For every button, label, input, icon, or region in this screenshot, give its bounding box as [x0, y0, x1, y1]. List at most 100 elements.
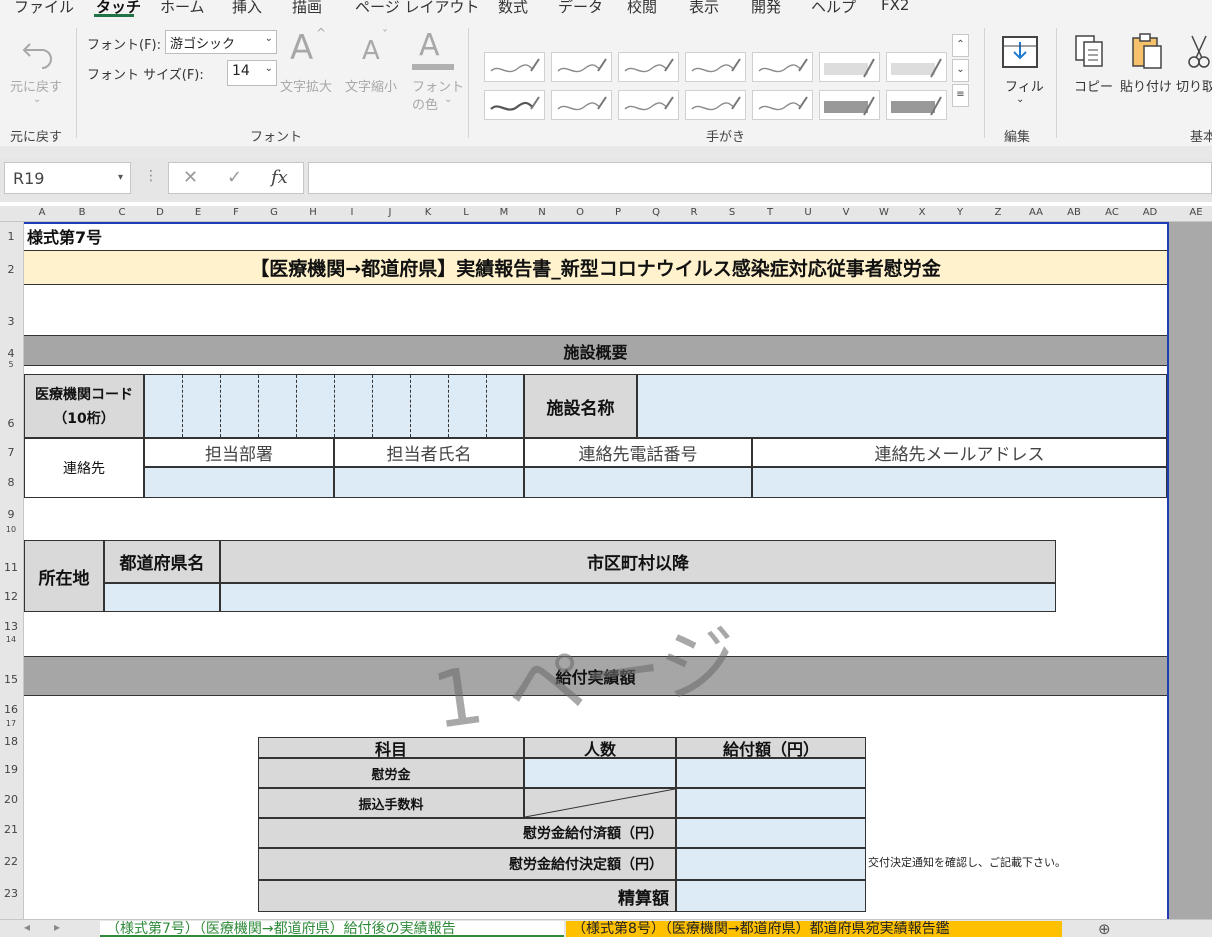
pen-item[interactable]	[484, 52, 545, 82]
enter-icon[interactable]: ✓	[227, 167, 242, 188]
row-header-15[interactable]: 15	[0, 673, 22, 686]
table-header-amount[interactable]: 給付額（円）	[676, 737, 866, 758]
font-color-icon[interactable]: A	[419, 28, 440, 63]
prefecture-input[interactable]	[104, 583, 220, 612]
row-header-20[interactable]: 20	[0, 793, 22, 806]
pen-item[interactable]	[685, 52, 746, 82]
sheet-tab-form7[interactable]: （様式第7号）（医療機関→都道府県）給付後の実績報告	[100, 921, 564, 937]
sheet-tab-form8[interactable]: （様式第8号）（医療機関→都道府県）都道府県宛実績報告鑑	[566, 921, 1062, 937]
pen-item[interactable]	[886, 90, 947, 120]
email-label[interactable]: 連絡先メールアドレス	[752, 438, 1167, 467]
font-select[interactable]: 游ゴシック ⌄	[165, 30, 277, 54]
column-header-ae[interactable]: AE	[1186, 207, 1206, 218]
row-header-14[interactable]: 14	[0, 635, 22, 644]
pen-item[interactable]	[886, 52, 947, 82]
row-header-11[interactable]: 11	[0, 561, 22, 574]
phone-input[interactable]	[524, 467, 752, 498]
row-header-21[interactable]: 21	[0, 823, 22, 836]
decided-amount-input[interactable]	[676, 848, 866, 880]
contact-label[interactable]: 連絡先	[24, 438, 144, 498]
grow-font-icon[interactable]: A	[290, 28, 313, 68]
column-header-c[interactable]: C	[112, 207, 132, 218]
row-header-17[interactable]: 17	[0, 719, 22, 728]
column-header-o[interactable]: O	[570, 207, 590, 218]
city-label[interactable]: 市区町村以降	[220, 540, 1056, 583]
tab-review[interactable]: 校閲	[627, 0, 657, 17]
column-header-x[interactable]: X	[912, 207, 932, 218]
fill-icon[interactable]	[1002, 36, 1038, 68]
column-header-t[interactable]: T	[760, 207, 780, 218]
column-header-q[interactable]: Q	[646, 207, 666, 218]
pen-item[interactable]	[819, 90, 880, 120]
tab-file[interactable]: ファイル	[14, 0, 74, 17]
row-header-7[interactable]: 7	[0, 446, 22, 459]
department-label[interactable]: 担当部署	[144, 438, 334, 467]
row-settle-label[interactable]: 精算額	[258, 880, 676, 912]
row-header-2[interactable]: 2	[0, 263, 22, 276]
fee-amount-input[interactable]	[676, 788, 866, 818]
column-header-a[interactable]: A	[32, 207, 52, 218]
fill-label[interactable]: フィル	[1005, 76, 1044, 95]
tab-developer[interactable]: 開発	[751, 0, 781, 17]
column-header-ab[interactable]: AB	[1064, 207, 1084, 218]
tab-scroll-right-icon[interactable]: ▸	[54, 920, 60, 934]
row-header-4[interactable]: 4	[0, 347, 22, 360]
row-header-19[interactable]: 19	[0, 763, 22, 776]
row-header-8[interactable]: 8	[0, 476, 22, 489]
row-fee-label[interactable]: 振込手数料	[258, 788, 524, 818]
tab-formulas[interactable]: 数式	[498, 0, 528, 17]
table-header-count[interactable]: 人数	[524, 737, 676, 758]
row-header-22[interactable]: 22	[0, 855, 22, 868]
tab-scroll-left-icon[interactable]: ◂	[24, 920, 30, 934]
column-header-b[interactable]: B	[72, 207, 92, 218]
gallery-down-icon[interactable]: ⌄	[952, 59, 969, 82]
undo-dropdown-icon[interactable]: ⌄	[33, 94, 41, 105]
column-header-y[interactable]: Y	[950, 207, 970, 218]
tab-home[interactable]: ホーム	[160, 0, 205, 17]
email-input[interactable]	[752, 467, 1167, 498]
column-header-i[interactable]: I	[342, 207, 362, 218]
copy-label[interactable]: コピー	[1074, 76, 1113, 95]
tab-fx2[interactable]: FX2	[881, 0, 909, 14]
tab-help[interactable]: ヘルプ	[811, 0, 856, 17]
row-header-16[interactable]: 16	[0, 703, 22, 716]
column-header-f[interactable]: F	[226, 207, 246, 218]
row-header-3[interactable]: 3	[0, 315, 22, 328]
scissors-icon[interactable]	[1186, 34, 1212, 70]
column-header-p[interactable]: P	[608, 207, 628, 218]
column-header-e[interactable]: E	[188, 207, 208, 218]
ilokin-amount-input[interactable]	[676, 758, 866, 788]
pen-item[interactable]	[618, 90, 679, 120]
gallery-more-icon[interactable]: ≡	[952, 84, 969, 107]
paste-label[interactable]: 貼り付け	[1120, 76, 1172, 95]
column-header-aa[interactable]: AA	[1026, 207, 1046, 218]
cut-label[interactable]: 切り取	[1176, 76, 1212, 95]
column-header-m[interactable]: M	[494, 207, 514, 218]
column-header-h[interactable]: H	[303, 207, 323, 218]
paste-icon[interactable]	[1130, 32, 1164, 70]
row-header-9[interactable]: 9	[0, 508, 22, 521]
person-label[interactable]: 担当者氏名	[334, 438, 524, 467]
pen-item[interactable]	[685, 90, 746, 120]
city-input[interactable]	[220, 583, 1056, 612]
column-header-k[interactable]: K	[418, 207, 438, 218]
name-box[interactable]: R19 ▾	[4, 162, 131, 194]
tab-data[interactable]: データ	[558, 0, 603, 17]
settle-amount-input[interactable]	[676, 880, 866, 912]
column-header-v[interactable]: V	[836, 207, 856, 218]
ilokin-count-input[interactable]	[524, 758, 676, 788]
column-header-ad[interactable]: AD	[1140, 207, 1160, 218]
undo-icon[interactable]	[18, 30, 58, 70]
pen-item[interactable]	[819, 52, 880, 82]
cancel-icon[interactable]: ✕	[183, 167, 198, 188]
tab-page-layout[interactable]: ページ レイアウト	[355, 0, 479, 17]
pen-item[interactable]	[618, 52, 679, 82]
form-number[interactable]: 様式第7号	[27, 225, 227, 247]
department-input[interactable]	[144, 467, 334, 498]
font-size-select[interactable]: 14 ⌄	[227, 60, 277, 86]
facility-name-label[interactable]: 施設名称	[524, 374, 637, 438]
row-paid-label[interactable]: 慰労金給付済額（円）	[258, 818, 676, 848]
pen-item[interactable]	[551, 52, 612, 82]
column-header-j[interactable]: J	[380, 207, 400, 218]
row-ilokin-label[interactable]: 慰労金	[258, 758, 524, 788]
